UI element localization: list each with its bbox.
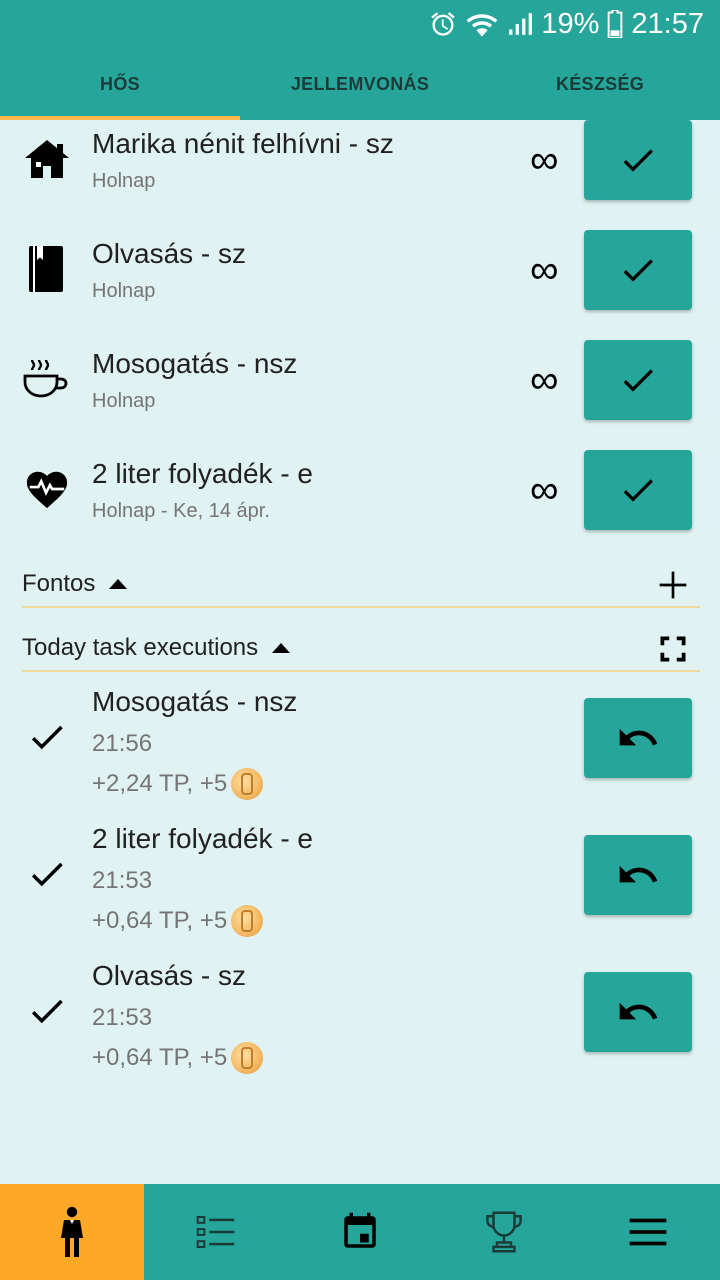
task-title: 2 liter folyadék - e: [92, 458, 313, 489]
complete-task-button[interactable]: [584, 450, 692, 530]
reward-text: +0,64 TP, +5: [92, 1044, 228, 1071]
execution-time: 21:53: [92, 867, 153, 894]
reward-text: +2,24 TP, +5: [92, 770, 228, 797]
house-icon: [22, 134, 72, 184]
task-item[interactable]: 2 liter folyadék - e Holnap - Ke, 14 ápr…: [0, 450, 720, 560]
wifi-icon: [465, 10, 499, 38]
task-due: Holnap: [92, 170, 156, 192]
task-title: Marika nénit felhívni - sz: [92, 128, 394, 159]
infinity-icon: ∞: [530, 358, 559, 402]
nav-calendar[interactable]: [288, 1184, 432, 1280]
check-icon: [31, 725, 63, 750]
main-content: Marika nénit felhívni - sz Holnap ∞ Olva…: [0, 120, 720, 1184]
execution-item: Olvasás - sz 21:53 +0,64 TP, +5: [0, 954, 720, 1084]
status-bar: 19% 21:57: [0, 0, 720, 48]
alarm-icon: [429, 10, 457, 38]
menu-icon: [629, 1218, 667, 1246]
execution-title: Olvasás - sz: [92, 960, 247, 991]
undo-icon: [619, 1002, 658, 1020]
check-icon: [31, 862, 63, 887]
caret-up-icon: [109, 579, 128, 589]
infinity-icon: ∞: [530, 468, 559, 512]
execution-reward: +2,24 TP, +5: [92, 768, 264, 800]
coin-icon: [231, 905, 264, 937]
cup-icon: [22, 354, 72, 404]
task-due: Holnap: [92, 390, 156, 412]
undo-icon: [619, 728, 658, 746]
check-icon: [31, 999, 63, 1024]
tab-bar: HŐS JELLEMVONÁS KÉSZSÉG: [0, 48, 720, 120]
complete-task-button[interactable]: [584, 120, 692, 200]
task-item[interactable]: Olvasás - sz Holnap ∞: [0, 230, 720, 340]
battery-percent: 19%: [541, 7, 600, 40]
coin-icon: [231, 768, 264, 800]
complete-task-button[interactable]: [584, 340, 692, 420]
coin-icon: [231, 1042, 264, 1074]
complete-task-button[interactable]: [584, 230, 692, 310]
nav-menu[interactable]: [576, 1184, 720, 1280]
fullscreen-icon[interactable]: [656, 632, 690, 666]
section-important-label: Fontos: [22, 570, 96, 597]
task-item[interactable]: Marika nénit felhívni - sz Holnap ∞: [0, 120, 720, 230]
tab-skills[interactable]: KÉSZSÉG: [480, 48, 720, 120]
nav-achievements[interactable]: [432, 1184, 576, 1280]
undo-button[interactable]: [584, 835, 692, 915]
execution-item: Mosogatás - nsz 21:56 +2,24 TP, +5: [0, 680, 720, 810]
execution-item: 2 liter folyadék - e 21:53 +0,64 TP, +5: [0, 817, 720, 947]
infinity-icon: ∞: [530, 248, 559, 292]
execution-time: 21:53: [92, 1004, 153, 1031]
execution-time: 21:56: [92, 730, 153, 757]
task-title: Mosogatás - nsz: [92, 348, 298, 379]
status-time: 21:57: [631, 7, 704, 40]
trophy-icon: [486, 1211, 522, 1253]
check-icon: [623, 149, 653, 172]
hero-icon: [61, 1206, 83, 1257]
book-icon: [22, 244, 72, 294]
execution-reward: +0,64 TP, +5: [92, 905, 264, 937]
execution-title: 2 liter folyadék - e: [92, 823, 313, 854]
tab-hero[interactable]: HŐS: [0, 48, 240, 120]
infinity-icon: ∞: [530, 138, 559, 182]
heartbeat-icon: [22, 464, 72, 514]
nav-hero[interactable]: [0, 1184, 144, 1280]
undo-button[interactable]: [584, 698, 692, 778]
tab-traits[interactable]: JELLEMVONÁS: [240, 48, 480, 120]
task-title: Olvasás - sz: [92, 238, 247, 269]
signal-icon: [507, 10, 533, 38]
bottom-navigation: [0, 1184, 720, 1280]
nav-tasks[interactable]: [144, 1184, 288, 1280]
section-important-header[interactable]: Fontos: [22, 562, 700, 608]
execution-reward: +0,64 TP, +5: [92, 1042, 264, 1074]
plus-icon[interactable]: [656, 568, 690, 602]
task-due: Holnap - Ke, 14 ápr.: [92, 500, 270, 522]
check-icon: [623, 259, 653, 282]
section-executions-label: Today task executions: [22, 634, 259, 661]
task-due: Holnap: [92, 280, 156, 302]
undo-button[interactable]: [584, 972, 692, 1052]
check-icon: [623, 479, 653, 502]
undo-icon: [619, 865, 658, 883]
caret-up-icon: [272, 643, 291, 653]
check-icon: [623, 369, 653, 392]
execution-title: Mosogatás - nsz: [92, 686, 298, 717]
calendar-icon: [344, 1212, 376, 1248]
section-executions-header[interactable]: Today task executions: [22, 626, 700, 672]
battery-icon: [607, 10, 623, 38]
list-icon: [196, 1216, 235, 1248]
task-item[interactable]: Mosogatás - nsz Holnap ∞: [0, 340, 720, 450]
reward-text: +0,64 TP, +5: [92, 907, 228, 934]
